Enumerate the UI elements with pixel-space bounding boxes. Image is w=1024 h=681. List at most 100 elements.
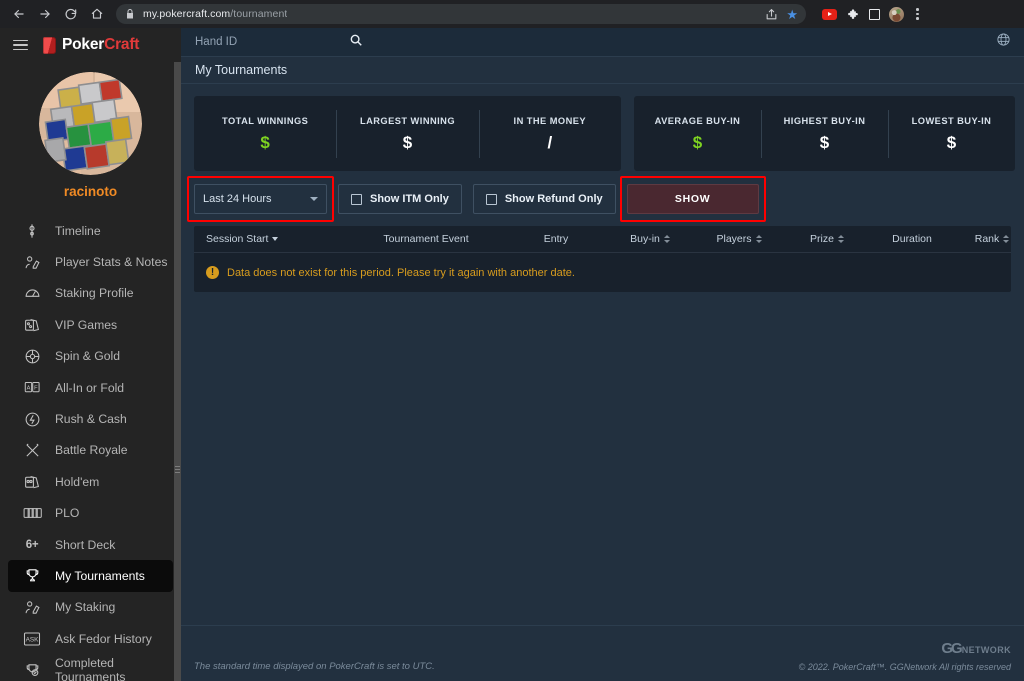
show-refund-only-checkbox[interactable]: Show Refund Only [472,184,616,214]
forward-arrow-icon [40,9,50,19]
my-staking-icon [22,598,42,616]
url-text: my.pokercraft.com/tournament [143,8,287,20]
column-label: Rank [974,233,1000,245]
back-arrow-icon [14,9,24,19]
tournaments-table: Session Start Tournament Event Entry Buy… [194,226,1011,292]
empty-state-notice: ! Data does not exist for this period. P… [194,253,1011,279]
sidebar: PokerCraft racinoto Timeline Player Stat… [0,28,181,681]
square-icon[interactable] [869,8,880,20]
sort-toggle-icon [1003,235,1010,243]
brand[interactable]: PokerCraft [43,36,139,54]
forward-button[interactable] [32,1,58,27]
share-icon[interactable] [765,8,778,21]
show-itm-only-checkbox[interactable]: Show ITM Only [338,184,462,214]
scrollbar-grip[interactable] [175,466,180,475]
sidebar-item-label: Spin & Gold [55,349,121,364]
checkbox-icon[interactable] [351,193,362,205]
sidebar-item-staking-profile[interactable]: Staking Profile [0,278,181,309]
youtube-icon[interactable] [822,8,837,20]
column-header-prize[interactable]: Prize [784,233,870,245]
browser-toolbar: my.pokercraft.com/tournament ★ [0,0,1024,28]
stat-average-buyin: AVERAGE BUY-IN $ [634,112,761,156]
sidebar-header: PokerCraft [0,28,181,62]
sidebar-item-spin-and-gold[interactable]: Spin & Gold [0,341,181,372]
column-header-duration[interactable]: Duration [870,233,954,245]
sidebar-item-battle-royale[interactable]: Battle Royale [0,435,181,466]
trophy-icon [22,567,42,585]
sidebar-item-label: Short Deck [55,537,116,552]
sidebar-scrollbar[interactable] [174,62,181,681]
sidebar-item-vip-games[interactable]: VIP Games [0,309,181,340]
sort-toggle-icon [755,235,762,243]
sidebar-item-completed-tournaments[interactable]: Completed Tournaments [0,654,181,681]
kebab-menu-icon[interactable] [913,8,922,20]
content-topbar: Hand ID [181,28,1024,57]
show-button[interactable]: SHOW [626,184,759,214]
url-host: my.pokercraft.com [143,8,231,20]
page-title: My Tournaments [195,63,288,77]
search-icon[interactable] [349,33,363,52]
sidebar-item-label: Completed Tournaments [55,656,126,681]
sidebar-item-all-in-or-fold[interactable]: AF All-In or Fold [0,372,181,403]
sidebar-item-plo[interactable]: PLO [0,498,181,529]
plo-cards-icon [22,504,42,522]
winnings-stats-card: TOTAL WINNINGS $ LARGEST WINNING $ IN TH… [194,96,621,171]
sidebar-item-label: All-In or Fold [55,380,125,395]
chevron-down-icon [310,197,318,201]
sort-desc-icon [272,237,279,241]
back-button[interactable] [6,1,32,27]
scrollbar-thumb[interactable] [174,62,181,681]
column-label: Buy-in [630,233,660,245]
sidebar-item-ask-fedor-history[interactable]: ASK Ask Fedor History [0,623,181,654]
column-header-rank[interactable]: Rank [954,233,1024,245]
home-button[interactable] [84,1,110,27]
show-itm-only-label: Show ITM Only [370,193,449,205]
puzzle-icon[interactable] [846,7,860,21]
column-label: Session Start [206,233,269,245]
sidebar-item-label: Staking Profile [55,286,134,301]
period-select[interactable]: Last 24 Hours [194,184,327,214]
reload-button[interactable] [58,1,84,27]
pokercraft-card-logo [43,36,56,54]
user-avatar-rubiks-cube[interactable] [39,72,142,175]
address-bar[interactable]: my.pokercraft.com/tournament ★ [116,4,806,24]
stat-value: $ [819,133,830,152]
stat-label: TOTAL WINNINGS [221,116,309,126]
sidebar-nav: Timeline Player Stats & Notes Staking Pr… [0,215,181,681]
globe-icon[interactable] [996,32,1011,52]
column-header-buy-in[interactable]: Buy-in [606,233,694,245]
show-refund-only-label: Show Refund Only [504,193,603,205]
sidebar-item-label: Rush & Cash [55,412,127,427]
sidebar-item-my-tournaments[interactable]: My Tournaments [8,560,173,592]
show-button-highlight: SHOW [619,176,766,222]
sidebar-item-label: VIP Games [55,317,118,332]
sidebar-item-short-deck[interactable]: 6+ Short Deck [0,529,181,560]
sidebar-item-my-staking[interactable]: My Staking [0,592,181,623]
stat-total-winnings: TOTAL WINNINGS $ [194,112,336,156]
sidebar-item-label: My Tournaments [55,568,145,583]
battle-royale-swords-icon [22,441,42,459]
stat-value: $ [946,133,957,152]
completed-trophy-icon [22,661,42,679]
column-header-entry[interactable]: Entry [506,233,606,245]
star-icon[interactable]: ★ [786,8,798,21]
sidebar-item-holdem[interactable]: Hold'em [0,466,181,497]
stat-label: AVERAGE BUY-IN [654,116,741,126]
search-input[interactable]: Hand ID [195,36,237,48]
stat-highest-buyin: HIGHEST BUY-IN $ [761,109,888,158]
timeline-icon [22,222,42,240]
column-header-tournament-event[interactable]: Tournament Event [346,233,506,245]
sidebar-item-rush-and-cash[interactable]: Rush & Cash [0,403,181,434]
footer-note: The standard time displayed on PokerCraf… [194,661,435,672]
ggnetwork-logo: GG NETWORK [941,640,1011,657]
profile-avatar[interactable] [889,6,904,22]
sidebar-item-timeline[interactable]: Timeline [0,215,181,246]
hamburger-icon[interactable] [13,39,28,51]
stat-value: / [547,133,553,152]
column-header-session-start[interactable]: Session Start [206,233,346,245]
stat-label: IN THE MONEY [513,116,587,126]
checkbox-icon[interactable] [485,193,497,205]
sidebar-item-player-stats-notes[interactable]: Player Stats & Notes [0,246,181,277]
column-header-players[interactable]: Players [694,233,784,245]
stat-value: $ [402,133,413,152]
